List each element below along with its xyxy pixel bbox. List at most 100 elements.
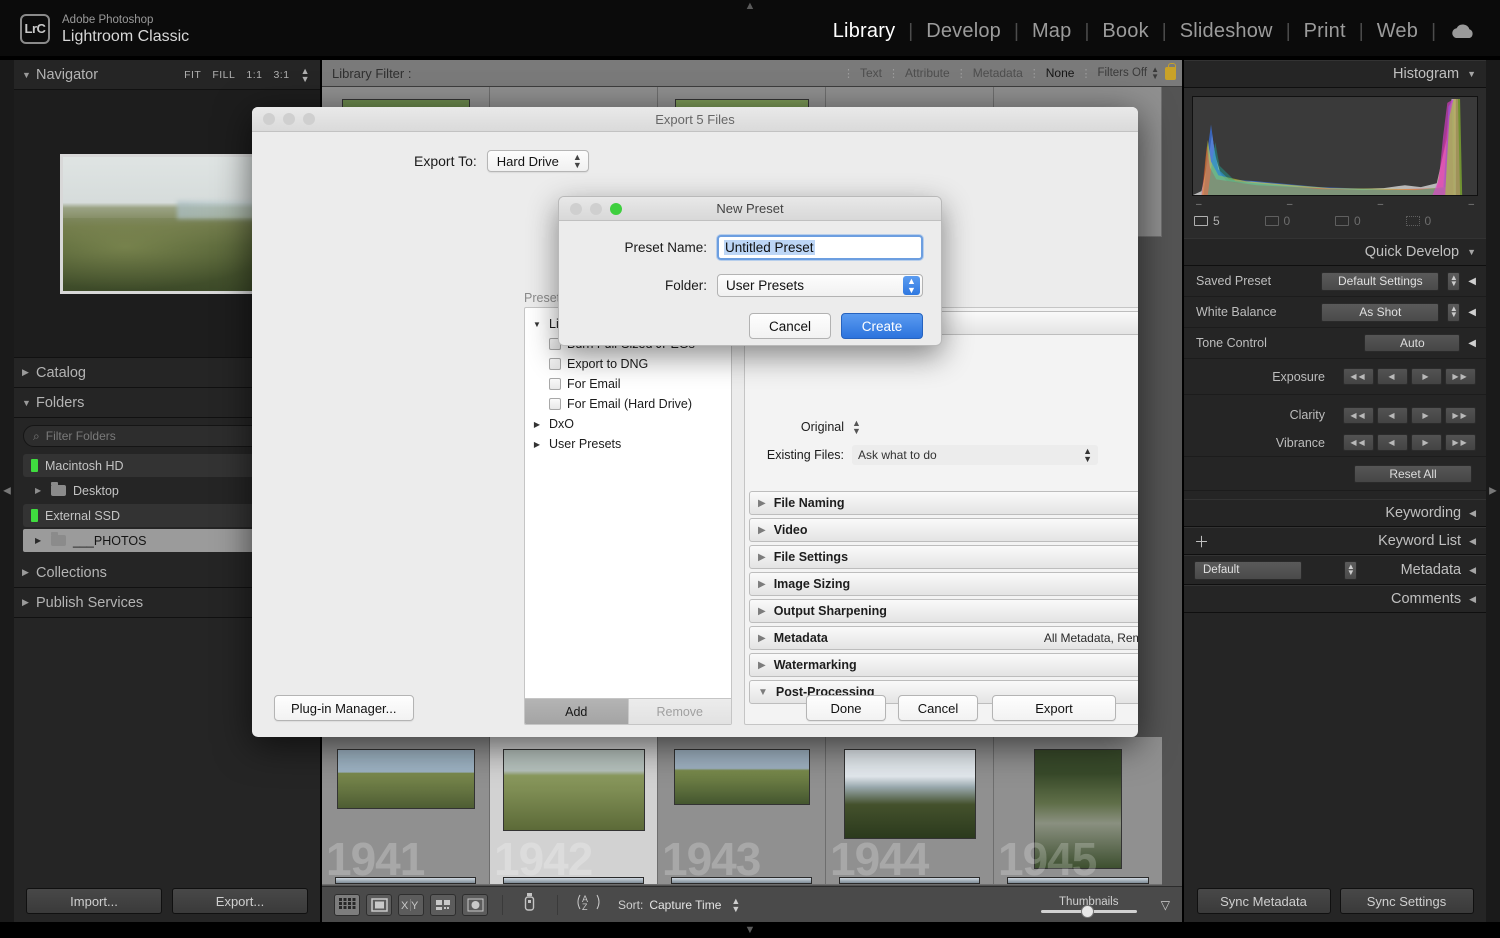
- export-button[interactable]: Export...: [172, 888, 308, 914]
- checkbox-icon[interactable]: [549, 378, 561, 390]
- module-slideshow[interactable]: Slideshow: [1167, 20, 1286, 43]
- saved-preset-stepper[interactable]: ▲ ▼: [1447, 271, 1461, 291]
- bottom-panel-grip[interactable]: ▼: [745, 924, 756, 936]
- histogram-chart[interactable]: [1192, 96, 1478, 196]
- chevron-updown-icon[interactable]: ▲ ▼: [852, 419, 861, 436]
- plugin-manager-button[interactable]: Plug-in Manager...: [274, 695, 414, 721]
- filter-text[interactable]: Text: [860, 66, 882, 80]
- preset-item-export-dng[interactable]: Export to DNG: [531, 354, 731, 374]
- clarity-decrease-button[interactable]: ◀: [1377, 406, 1408, 424]
- tone-control-auto-button[interactable]: Auto: [1364, 334, 1461, 352]
- export-confirm-button[interactable]: Export: [992, 695, 1116, 721]
- vibrance-increase-large-button[interactable]: ▶▶: [1445, 434, 1476, 451]
- vibrance-decrease-button[interactable]: ◀: [1377, 434, 1408, 451]
- filter-metadata[interactable]: Metadata: [973, 66, 1023, 80]
- filter-attribute[interactable]: Attribute: [905, 66, 950, 80]
- filters-off-control[interactable]: Filters Off ▲ ▼: [1097, 66, 1159, 81]
- compare-view-icon[interactable]: XY: [398, 893, 424, 916]
- people-view-icon[interactable]: [462, 893, 488, 916]
- exposure-increase-button[interactable]: ▶: [1411, 368, 1442, 385]
- zoom-stepper-icon[interactable]: ▲ ▼: [301, 66, 310, 83]
- preset-group-user-presets[interactable]: ▶ User Presets: [531, 434, 731, 454]
- white-balance-stepper[interactable]: ▲ ▼: [1447, 302, 1461, 322]
- zoom-fill[interactable]: FILL: [212, 69, 235, 81]
- chevron-updown-icon[interactable]: ▲ ▼: [731, 896, 740, 913]
- module-develop[interactable]: Develop: [913, 20, 1014, 43]
- done-button[interactable]: Done: [806, 695, 886, 721]
- toolbar-options-icon[interactable]: ▽: [1161, 898, 1170, 912]
- preset-group-dxo[interactable]: ▶ DxO: [531, 414, 731, 434]
- navigator-panel-header[interactable]: ▼ Navigator FIT FILL 1:1 3:1 ▲ ▼: [14, 60, 320, 90]
- checkbox-icon[interactable]: [549, 358, 561, 370]
- preset-item-for-email[interactable]: For Email: [531, 374, 731, 394]
- sort-value[interactable]: Capture Time: [649, 898, 721, 912]
- section-watermarking[interactable]: ▶ Watermarking No watermark: [749, 653, 1138, 677]
- left-panel-collapse-handle[interactable]: ◀: [0, 60, 14, 922]
- section-output-sharpening[interactable]: ▶ Output Sharpening Sharpening Off: [749, 599, 1138, 623]
- collapse-left-icon[interactable]: ◀: [1468, 276, 1476, 287]
- new-preset-cancel-button[interactable]: Cancel: [749, 313, 831, 339]
- module-book[interactable]: Book: [1089, 20, 1161, 43]
- exposure-decrease-button[interactable]: ◀: [1377, 368, 1408, 385]
- checkbox-icon[interactable]: [549, 398, 561, 410]
- zoom-3-1[interactable]: 3:1: [273, 69, 289, 81]
- preset-item-for-email-hd[interactable]: For Email (Hard Drive): [531, 394, 731, 414]
- loupe-view-icon[interactable]: [366, 893, 392, 916]
- exposure-increase-large-button[interactable]: ▶▶: [1445, 368, 1476, 385]
- table-row[interactable]: 1944: [826, 737, 994, 885]
- exposure-decrease-large-button[interactable]: ◀◀: [1343, 368, 1374, 385]
- keyword-list-panel-header[interactable]: ＋ Keyword List ◀: [1184, 527, 1486, 555]
- histogram-panel-header[interactable]: Histogram ▼: [1184, 60, 1486, 88]
- section-image-sizing[interactable]: ▶ Image Sizing 240 ppi: [749, 572, 1138, 596]
- white-balance-select[interactable]: As Shot: [1321, 302, 1440, 322]
- preset-folder-select[interactable]: User Presets ▲ ▼: [717, 274, 923, 297]
- thumbnail-size-slider[interactable]: [1040, 905, 1137, 918]
- table-row[interactable]: 1943: [658, 737, 826, 885]
- section-metadata[interactable]: ▶ Metadata All Metadata, Remove Location…: [749, 626, 1138, 650]
- module-map[interactable]: Map: [1019, 20, 1085, 43]
- clarity-increase-button[interactable]: ▶: [1411, 406, 1442, 424]
- keywording-panel-header[interactable]: Keywording ◀: [1184, 499, 1486, 527]
- module-print[interactable]: Print: [1291, 20, 1359, 43]
- module-web[interactable]: Web: [1364, 20, 1431, 43]
- sync-settings-button[interactable]: Sync Settings: [1339, 888, 1474, 914]
- top-panel-grip[interactable]: ▲: [738, 1, 762, 12]
- cancel-button[interactable]: Cancel: [898, 695, 978, 721]
- spray-can-icon[interactable]: [517, 892, 543, 917]
- table-row[interactable]: 1945: [994, 737, 1162, 885]
- vibrance-decrease-large-button[interactable]: ◀◀: [1343, 434, 1374, 451]
- saved-preset-select[interactable]: Default Settings: [1321, 271, 1440, 291]
- metadata-panel-header[interactable]: Default ▲ ▼ Metadata ◀: [1184, 555, 1486, 585]
- right-panel-collapse-handle[interactable]: ▶: [1486, 60, 1500, 922]
- section-file-settings[interactable]: ▶ File Settings JPEG (100%) / sRGB: [749, 545, 1138, 569]
- grid-view-icon[interactable]: [334, 893, 360, 916]
- existing-files-select[interactable]: Ask what to do ▲ ▼: [852, 445, 1098, 465]
- clarity-increase-large-button[interactable]: ▶▶: [1445, 406, 1476, 424]
- reset-all-button[interactable]: Reset All: [1354, 464, 1472, 483]
- clarity-decrease-large-button[interactable]: ◀◀: [1343, 406, 1374, 424]
- filter-none[interactable]: None: [1046, 66, 1075, 80]
- lock-icon[interactable]: [1165, 62, 1176, 80]
- sync-metadata-button[interactable]: Sync Metadata: [1196, 888, 1331, 914]
- collapse-left-icon[interactable]: ◀: [1468, 307, 1476, 318]
- slider-handle[interactable]: [1081, 905, 1095, 918]
- preset-name-input[interactable]: Untitled Preset: [717, 235, 923, 260]
- sort-az-icon[interactable]: AZ: [572, 892, 606, 917]
- metadata-preset-select[interactable]: Default: [1194, 560, 1302, 580]
- quick-develop-panel-header[interactable]: Quick Develop ▼: [1184, 238, 1486, 266]
- table-row[interactable]: 1942: [490, 737, 658, 885]
- module-library[interactable]: Library: [820, 20, 909, 43]
- plus-icon[interactable]: ＋: [1194, 531, 1209, 552]
- section-file-naming[interactable]: ▶ File Naming Go Outdoors 33.jpg: [749, 491, 1138, 515]
- survey-view-icon[interactable]: [430, 893, 456, 916]
- vibrance-increase-button[interactable]: ▶: [1411, 434, 1442, 451]
- comments-panel-header[interactable]: Comments ◀: [1184, 585, 1486, 613]
- new-preset-create-button[interactable]: Create: [841, 313, 923, 339]
- zoom-fit[interactable]: FIT: [184, 69, 201, 81]
- zoom-1-1[interactable]: 1:1: [246, 69, 262, 81]
- import-button[interactable]: Import...: [26, 888, 162, 914]
- preset-tree-panel[interactable]: ▼ Lightroom Presets Burn Full-Sized JPEG…: [524, 307, 732, 725]
- cloud-sync-icon[interactable]: [1436, 23, 1486, 40]
- collapse-left-icon[interactable]: ◀: [1468, 338, 1476, 349]
- metadata-preset-stepper[interactable]: ▲ ▼: [1344, 560, 1358, 580]
